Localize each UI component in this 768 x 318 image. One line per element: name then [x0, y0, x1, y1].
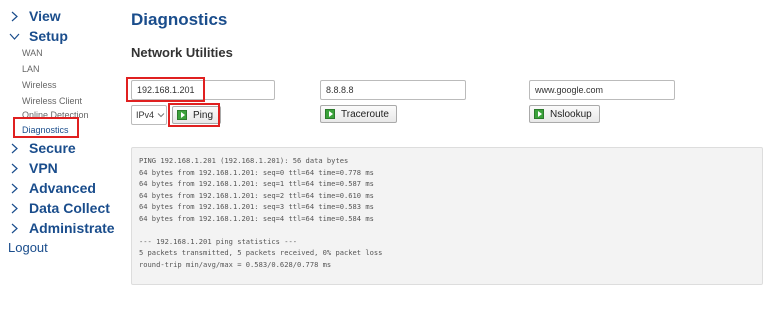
nslookup-button-label: Nslookup	[550, 108, 592, 120]
chevron-right-icon	[8, 202, 21, 215]
chevron-right-icon	[8, 162, 21, 175]
traceroute-host-input[interactable]	[320, 80, 466, 100]
traceroute-button-label: Traceroute	[341, 108, 389, 120]
sidebar-item-wan[interactable]: WAN	[22, 47, 43, 59]
play-icon	[534, 109, 544, 119]
chevron-right-icon	[8, 10, 21, 23]
sidebar-item-administrate[interactable]: Administrate	[8, 218, 115, 238]
nslookup-button[interactable]: Nslookup	[529, 105, 600, 123]
sidebar-item-lan[interactable]: LAN	[22, 63, 40, 75]
sidebar-item-view[interactable]: View	[8, 6, 61, 26]
caret-down-icon	[157, 111, 165, 119]
sidebar-item-label: Data Collect	[29, 200, 110, 216]
ip-version-select[interactable]: IPv4	[131, 105, 167, 125]
chevron-right-icon	[8, 142, 21, 155]
ping-button-label: Ping	[193, 109, 214, 121]
sidebar-item-online-detection[interactable]: Online Detection	[22, 109, 89, 121]
play-icon	[325, 109, 335, 119]
sidebar-item-setup[interactable]: Setup	[8, 26, 68, 46]
ping-host-input[interactable]	[131, 80, 275, 100]
diagnostics-output: PING 192.168.1.201 (192.168.1.201): 56 d…	[131, 147, 763, 285]
sidebar-item-label: Setup	[29, 28, 68, 44]
sidebar-item-wireless[interactable]: Wireless	[22, 79, 57, 91]
sidebar-item-data-collect[interactable]: Data Collect	[8, 198, 110, 218]
chevron-right-icon	[8, 222, 21, 235]
traceroute-button[interactable]: Traceroute	[320, 105, 397, 123]
sidebar: View Setup WAN LAN Wireless Wireless Cli…	[0, 0, 125, 318]
chevron-down-icon	[8, 30, 21, 43]
sidebar-item-secure[interactable]: Secure	[8, 138, 76, 158]
nslookup-host-input[interactable]	[529, 80, 675, 100]
sidebar-item-vpn[interactable]: VPN	[8, 158, 58, 178]
section-title: Network Utilities	[131, 45, 233, 60]
ip-version-value: IPv4	[136, 110, 155, 120]
chevron-right-icon	[8, 182, 21, 195]
sidebar-item-label: Secure	[29, 140, 76, 156]
sidebar-item-wireless-client[interactable]: Wireless Client	[22, 95, 82, 107]
logout-link[interactable]: Logout	[8, 240, 48, 255]
sidebar-item-diagnostics[interactable]: Diagnostics	[22, 124, 69, 136]
ping-button[interactable]: Ping	[172, 106, 222, 124]
sidebar-item-advanced[interactable]: Advanced	[8, 178, 96, 198]
sidebar-item-label: View	[29, 8, 61, 24]
sidebar-item-label: Advanced	[29, 180, 96, 196]
sidebar-item-label: Administrate	[29, 220, 115, 236]
play-icon	[177, 110, 187, 120]
page-title: Diagnostics	[131, 10, 228, 29]
sidebar-item-label: VPN	[29, 160, 58, 176]
